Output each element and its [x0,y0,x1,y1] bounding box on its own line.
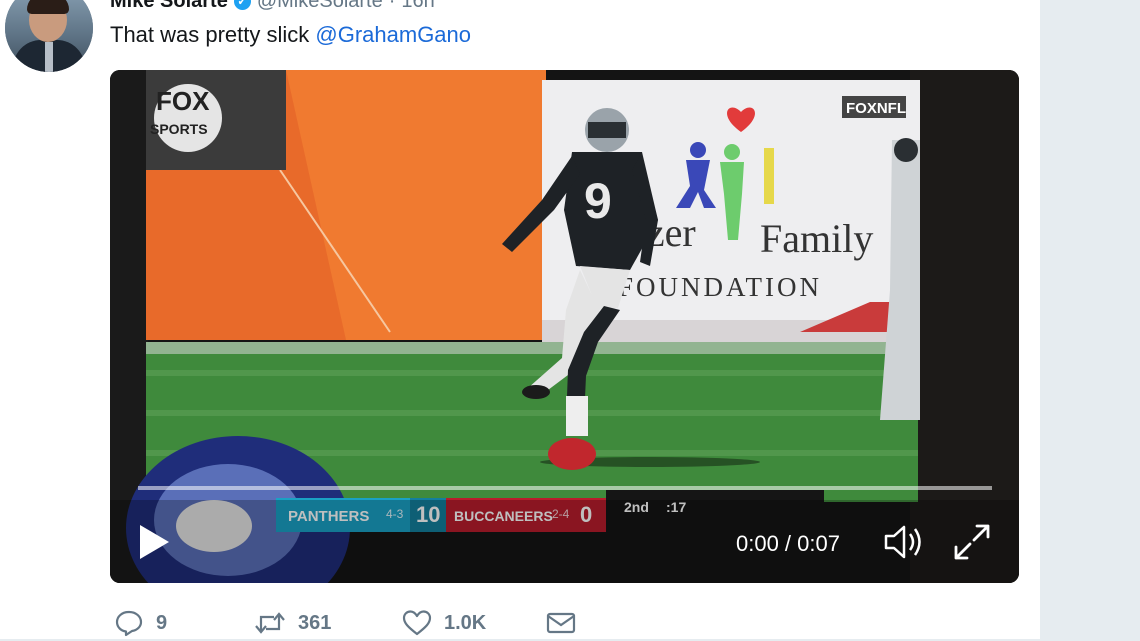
avatar[interactable] [5,0,93,72]
tweet-timestamp[interactable]: 16h [401,0,434,13]
video-time: 0:00 / 0:07 [736,531,840,556]
like-count: 1.0K [444,611,487,634]
author-handle[interactable]: @MikeSolarte [257,0,383,13]
separator-dot: · [388,0,396,12]
volume-icon[interactable] [882,522,926,562]
reply-count: 9 [156,611,168,634]
jersey-number: 9 [584,173,612,229]
tweet-header: Mike Solarte ✓ @MikeSolarte · 16h [110,0,435,12]
retweet-count: 361 [298,611,332,634]
mention-link[interactable]: @GrahamGano [315,22,471,47]
chevron-down-icon[interactable] [996,0,1014,2]
direct-message-button[interactable] [546,611,576,635]
reply-icon [115,610,143,637]
fox-logo-text: FOX [156,86,210,116]
video-progress-bar[interactable] [138,486,992,490]
video-frame: FOX SPORTS FOXNFL lazer Family FOUNDATIO… [110,70,1019,583]
fullscreen-icon[interactable] [950,520,994,564]
tweet-text-body: That was pretty slick [110,22,316,47]
heart-icon [402,610,432,636]
retweet-icon [255,612,285,634]
retweet-button[interactable]: 361 [254,609,402,637]
like-button[interactable]: 1.0K [402,609,546,637]
play-icon [140,525,169,559]
tweet-text: That was pretty slick @GrahamGano [110,22,471,48]
mail-icon [546,612,576,634]
tweet-actions: 9 361 1.0K [114,605,576,641]
video-player[interactable]: FOX SPORTS FOXNFL lazer Family FOUNDATIO… [110,70,1019,583]
reply-button[interactable]: 9 [114,609,254,637]
play-button[interactable] [132,520,176,564]
author-name[interactable]: Mike Solarte [110,0,228,13]
right-sidebar [1040,0,1140,639]
verified-icon: ✓ [233,0,251,10]
sports-logo-text: SPORTS [150,121,208,137]
family-text: Family [760,216,873,261]
tweet-card: Mike Solarte ✓ @MikeSolarte · 16h That w… [0,0,1040,639]
foundation-text: FOUNDATION [618,272,822,302]
foxnfl-bug: FOXNFL [846,100,906,117]
